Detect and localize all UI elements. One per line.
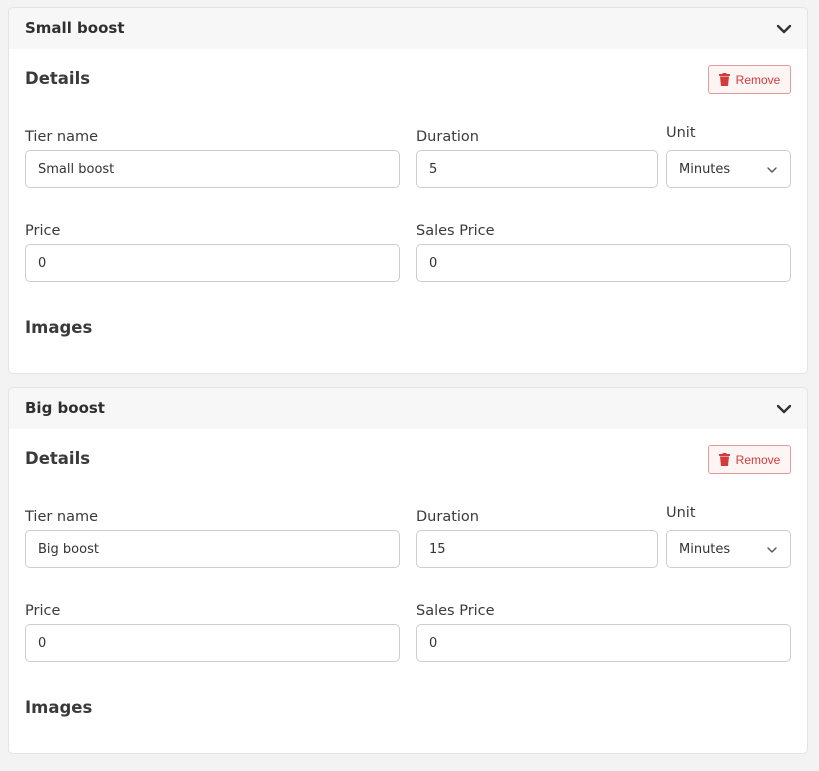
price-label: Price — [25, 603, 61, 619]
unit-select-value: Minutes — [679, 541, 731, 557]
remove-button[interactable]: Remove — [708, 445, 791, 474]
price-input[interactable] — [25, 624, 400, 662]
tier-title: Big boost — [25, 399, 105, 417]
sales-price-input[interactable] — [416, 244, 791, 282]
tier-header[interactable]: Small boost — [9, 8, 807, 49]
tier-name-input[interactable] — [25, 530, 400, 568]
sales-price-label: Sales Price — [416, 223, 495, 239]
remove-label: Remove — [735, 452, 781, 467]
trash-icon — [718, 453, 730, 466]
tier-title: Small boost — [25, 19, 125, 37]
duration-input[interactable] — [416, 150, 658, 188]
sales-price-input[interactable] — [416, 624, 791, 662]
tier-name-label: Tier name — [25, 509, 99, 525]
details-heading: Details — [25, 69, 91, 88]
unit-label: Unit — [666, 505, 696, 521]
duration-input[interactable] — [416, 530, 658, 568]
tier-card-big-boost: Big boost Details Remove Tier name Durat… — [8, 387, 808, 754]
images-heading: Images — [25, 318, 93, 337]
chevron-down-icon[interactable] — [775, 20, 793, 38]
price-input[interactable] — [25, 244, 400, 282]
tier-name-input[interactable] — [25, 150, 400, 188]
price-label: Price — [25, 223, 61, 239]
chevron-down-icon — [767, 167, 777, 173]
unit-select-value: Minutes — [679, 161, 731, 177]
chevron-down-icon — [767, 547, 777, 553]
sales-price-label: Sales Price — [416, 603, 495, 619]
tier-header[interactable]: Big boost — [9, 388, 807, 429]
details-heading: Details — [25, 449, 91, 468]
duration-label: Duration — [416, 509, 479, 525]
tier-name-label: Tier name — [25, 129, 99, 145]
chevron-down-icon[interactable] — [775, 400, 793, 418]
duration-label: Duration — [416, 129, 479, 145]
unit-label: Unit — [666, 125, 696, 141]
remove-button[interactable]: Remove — [708, 65, 791, 94]
unit-select[interactable]: Minutes — [666, 530, 791, 568]
trash-icon — [718, 73, 730, 86]
unit-select[interactable]: Minutes — [666, 150, 791, 188]
remove-label: Remove — [735, 72, 781, 87]
tier-card-small-boost: Small boost Details Remove Tier name Dur… — [8, 7, 808, 374]
images-heading: Images — [25, 698, 93, 717]
